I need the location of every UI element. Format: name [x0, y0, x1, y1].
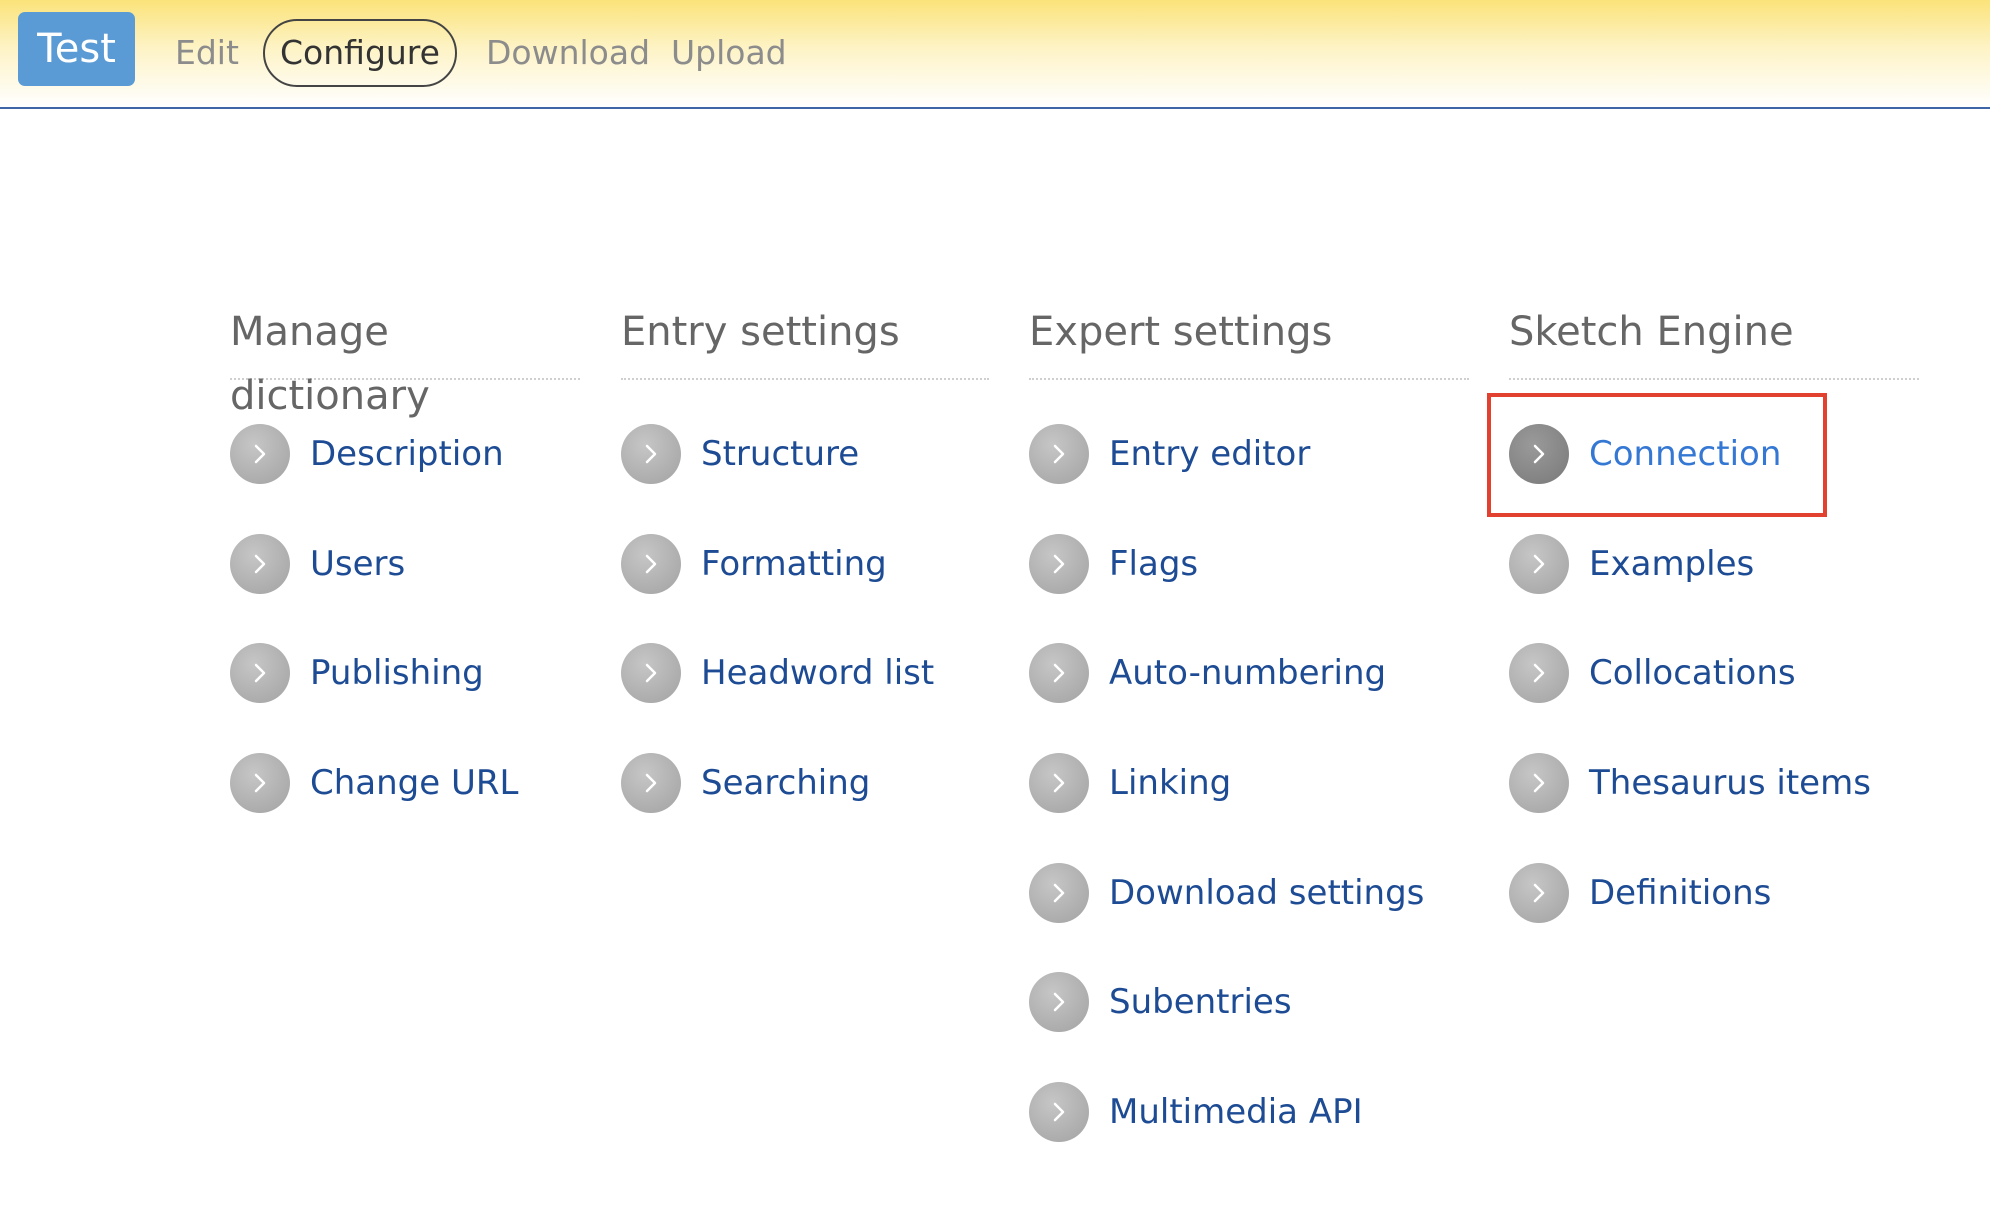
chevron-right-circle-icon: [1029, 424, 1089, 484]
nav-upload-link[interactable]: Upload: [671, 28, 787, 78]
menu-item-publishing[interactable]: Publishing: [230, 641, 484, 705]
menu-item-label: Definitions: [1589, 873, 1772, 913]
menu-item-label: Entry editor: [1109, 434, 1311, 474]
menu-item-change-url[interactable]: Change URL: [230, 751, 518, 815]
column-heading: Entry settings: [621, 300, 989, 380]
menu-item-label: Change URL: [310, 763, 519, 803]
menu-item-label: Download settings: [1109, 873, 1425, 913]
chevron-right-circle-icon: [1029, 972, 1089, 1032]
column-entry-settings: Entry settings Structure Formatting Head…: [621, 300, 989, 813]
top-navigation-bar: Test Edit Configure Download Upload: [0, 0, 1990, 109]
chevron-right-circle-icon: [1029, 753, 1089, 813]
column-manage-dictionary: Manage dictionary Description Users Publ…: [230, 300, 580, 813]
dictionary-title-button[interactable]: Test: [18, 12, 135, 86]
chevron-right-circle-icon: [230, 534, 290, 594]
column-heading: Manage dictionary: [230, 300, 580, 419]
menu-item-examples[interactable]: Examples: [1509, 532, 1754, 596]
chevron-right-circle-icon: [1029, 863, 1089, 923]
menu-item-multimedia-api[interactable]: Multimedia API: [1029, 1080, 1363, 1144]
chevron-right-circle-icon: [1509, 753, 1569, 813]
menu-item-collocations[interactable]: Collocations: [1509, 641, 1796, 705]
nav-edit-link[interactable]: Edit: [175, 28, 239, 78]
chevron-right-circle-icon: [230, 643, 290, 703]
menu-item-label: Users: [310, 544, 406, 584]
menu-item-thesaurus-items[interactable]: Thesaurus items: [1509, 751, 1871, 815]
chevron-right-circle-icon: [621, 534, 681, 594]
chevron-right-circle-icon: [1509, 534, 1569, 594]
menu-item-label: Headword list: [701, 653, 935, 693]
menu-item-label: Formatting: [701, 544, 887, 584]
menu-item-label: Auto-numbering: [1109, 653, 1387, 693]
menu-item-label: Collocations: [1589, 653, 1796, 693]
chevron-right-circle-icon: [230, 424, 290, 484]
menu-item-label: Multimedia API: [1109, 1092, 1363, 1132]
menu-item-label: Searching: [701, 763, 871, 803]
chevron-right-circle-icon: [621, 753, 681, 813]
menu-item-description[interactable]: Description: [230, 422, 504, 486]
menu-item-linking[interactable]: Linking: [1029, 751, 1231, 815]
menu-item-label: Description: [310, 434, 504, 474]
menu-item-label: Linking: [1109, 763, 1232, 803]
menu-item-label: Publishing: [310, 653, 484, 693]
menu-item-headword-list[interactable]: Headword list: [621, 641, 934, 705]
menu-item-entry-editor[interactable]: Entry editor: [1029, 422, 1310, 486]
nav-configure-link[interactable]: Configure: [263, 19, 457, 87]
chevron-right-circle-icon: [1029, 534, 1089, 594]
chevron-right-circle-icon: [621, 424, 681, 484]
chevron-right-circle-icon: [1509, 643, 1569, 703]
chevron-right-circle-icon: [1029, 643, 1089, 703]
chevron-right-circle-icon: [1509, 863, 1569, 923]
chevron-right-circle-icon: [230, 753, 290, 813]
chevron-right-circle-icon: [621, 643, 681, 703]
menu-item-searching[interactable]: Searching: [621, 751, 870, 815]
menu-item-label: Subentries: [1109, 982, 1292, 1022]
menu-item-definitions[interactable]: Definitions: [1509, 861, 1771, 925]
menu-item-subentries[interactable]: Subentries: [1029, 970, 1292, 1034]
column-expert-settings: Expert settings Entry editor Flags Auto-…: [1029, 300, 1469, 1142]
connection-highlight-box: [1487, 393, 1827, 517]
menu-item-label: Thesaurus items: [1589, 763, 1871, 803]
column-heading: Sketch Engine: [1509, 300, 1919, 380]
menu-item-label: Structure: [701, 434, 860, 474]
menu-item-structure[interactable]: Structure: [621, 422, 859, 486]
menu-item-download-settings[interactable]: Download settings: [1029, 861, 1424, 925]
menu-item-flags[interactable]: Flags: [1029, 532, 1198, 596]
column-heading: Expert settings: [1029, 300, 1469, 380]
column-sketch-engine: Sketch Engine Connection Examples Colloc…: [1509, 300, 1919, 923]
menu-item-label: Flags: [1109, 544, 1199, 584]
nav-download-link[interactable]: Download: [486, 28, 650, 78]
menu-item-label: Examples: [1589, 544, 1755, 584]
menu-item-users[interactable]: Users: [230, 532, 405, 596]
menu-item-auto-numbering[interactable]: Auto-numbering: [1029, 641, 1386, 705]
menu-item-formatting[interactable]: Formatting: [621, 532, 887, 596]
chevron-right-circle-icon: [1029, 1082, 1089, 1142]
